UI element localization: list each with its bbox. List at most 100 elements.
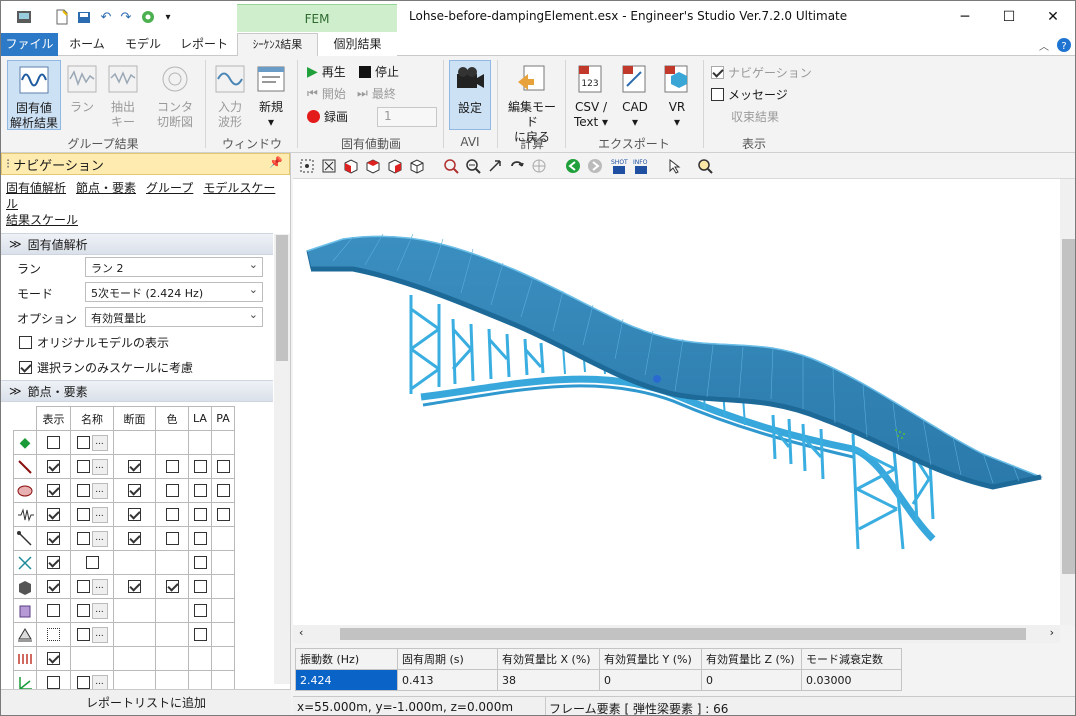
view-iso-icon[interactable] [407,156,427,176]
checkbox[interactable] [165,460,179,474]
forward-arrow-icon[interactable] [585,156,605,176]
checkbox[interactable] [76,604,90,617]
pan-icon[interactable] [485,156,505,176]
message-checkbox[interactable] [711,88,724,101]
checkbox[interactable] [216,460,230,474]
zoom-out-icon[interactable] [463,156,483,176]
nav-scroll-thumb[interactable] [276,235,288,361]
checkbox[interactable] [76,532,90,545]
contour-section-button[interactable]: コンタ 切断図 [151,62,199,130]
scroll-right-icon[interactable]: › [1050,626,1054,639]
checkbox[interactable] [85,556,99,570]
quick-access-dropdown-icon[interactable]: ▾ [159,7,177,27]
checkbox[interactable] [47,508,60,522]
export-csv-button[interactable]: 123 CSV / Text ▾ [571,62,611,130]
input-waveform-button[interactable]: 入力 波形 [211,62,249,130]
checkbox[interactable] [76,580,90,593]
checkbox[interactable] [128,532,141,546]
checkbox[interactable] [128,580,141,594]
export-vr-button[interactable]: VR ▾ [657,62,697,130]
option-select[interactable]: 有効質量比 ⌄ [85,307,263,327]
checkbox[interactable] [193,532,207,546]
redo-icon[interactable]: ↷ [117,7,135,27]
checkbox[interactable] [193,460,207,474]
checkbox[interactable] [76,628,90,641]
section-nodes-elements[interactable]: ≫ 節点・要素 [1,380,273,402]
original-model-checkbox[interactable] [19,336,32,349]
ellipsis-button[interactable]: ... [91,602,108,619]
close-icon[interactable]: ✕ [1031,1,1075,32]
scroll-left-icon[interactable]: ‹ [299,626,303,639]
checkbox[interactable] [193,628,207,642]
new-window-button[interactable]: 新規 ▾ [253,62,289,130]
checkbox[interactable] [193,556,207,570]
checkbox[interactable] [165,532,179,546]
maximize-icon[interactable]: ☐ [987,1,1031,32]
message-toggle[interactable]: メッセージ [711,86,788,103]
ellipsis-button[interactable]: ... [91,578,108,595]
mode-select[interactable]: 5次モード (2.424 Hz) ⌄ [85,282,263,302]
run-button[interactable]: ラン [63,62,101,115]
start-button[interactable]: ⏮ 開始 [307,85,346,102]
view-top-icon[interactable] [363,156,383,176]
ellipsis-button[interactable]: ... [91,458,108,475]
navigation-toggle[interactable]: ナビゲーション [711,64,812,81]
undo-icon[interactable]: ↶ [97,7,115,27]
view-side-icon[interactable] [385,156,405,176]
view-horizontal-thumb[interactable] [340,628,1026,640]
link-group[interactable]: グループ [146,181,193,195]
checkbox[interactable] [193,484,207,498]
avi-settings-button[interactable]: 設定 [449,60,491,130]
checkbox[interactable] [128,484,141,498]
run-select[interactable]: ラン 2 ⌄ [85,257,263,277]
scale-checkbox[interactable] [19,361,32,374]
search-icon[interactable] [695,156,715,176]
stop-button[interactable]: 停止 [359,63,399,80]
checkbox[interactable] [216,484,230,498]
tab-sequence-results[interactable]: ｼｰｹﾝｽ結果 [237,33,318,57]
section-eigen[interactable]: ≫ 固有値解析 [1,233,273,255]
checkbox[interactable] [47,676,60,690]
checkbox[interactable] [165,580,179,594]
eigen-result-button[interactable]: 固有値 解析結果 [7,60,61,130]
minimize-icon[interactable]: ─ [943,1,987,32]
tab-file[interactable]: ファイル [1,33,58,56]
checkbox[interactable] [128,460,141,474]
link-nodes-elements[interactable]: 節点・要素 [76,181,136,195]
pin-icon[interactable]: 📌 [269,156,283,169]
play-button[interactable]: ▶ 再生 [307,63,346,80]
checkbox[interactable] [165,484,179,498]
tab-home[interactable]: ホーム [59,33,115,56]
link-eigen[interactable]: 固有値解析 [6,181,66,195]
info-icon[interactable]: INFO [631,156,651,176]
checkbox[interactable] [193,508,207,522]
checkbox[interactable] [47,460,60,474]
model-view-canvas[interactable] [293,179,1060,625]
back-arrow-icon[interactable] [563,156,583,176]
checkbox[interactable] [76,436,90,449]
help-icon[interactable]: ? [1055,35,1073,55]
ellipsis-button[interactable]: ... [91,434,108,451]
checkbox[interactable] [47,436,60,450]
tab-individual-results[interactable]: 個別結果 [318,33,397,56]
export-cad-button[interactable]: CAD ▾ [615,62,655,130]
checkbox[interactable] [216,508,230,522]
checkbox[interactable] [47,532,60,546]
return-edit-mode-button[interactable]: 編集モード に戻る [503,62,561,145]
checkbox[interactable] [47,484,60,498]
view-front-icon[interactable] [341,156,361,176]
checkbox[interactable] [76,508,90,521]
checkbox[interactable] [193,580,207,594]
link-result-scale[interactable]: 結果スケール [6,213,78,227]
ellipsis-button[interactable]: ... [91,506,108,523]
tab-model[interactable]: モデル [115,33,171,56]
table-row[interactable]: 2.424 0.413 38 0 0 0.03000 [295,669,902,691]
tab-report[interactable]: レポート [171,33,237,56]
select-all-icon[interactable] [297,156,317,176]
pointer-icon[interactable] [665,156,685,176]
frame-spinner[interactable]: 1 [377,107,437,127]
scale-row[interactable]: 選択ランのみスケールに考慮 [1,355,290,380]
screenshot-icon[interactable]: SHOT [609,156,629,176]
zoom-window-icon[interactable] [441,156,461,176]
extract-key-button[interactable]: 抽出 キー [103,62,143,130]
